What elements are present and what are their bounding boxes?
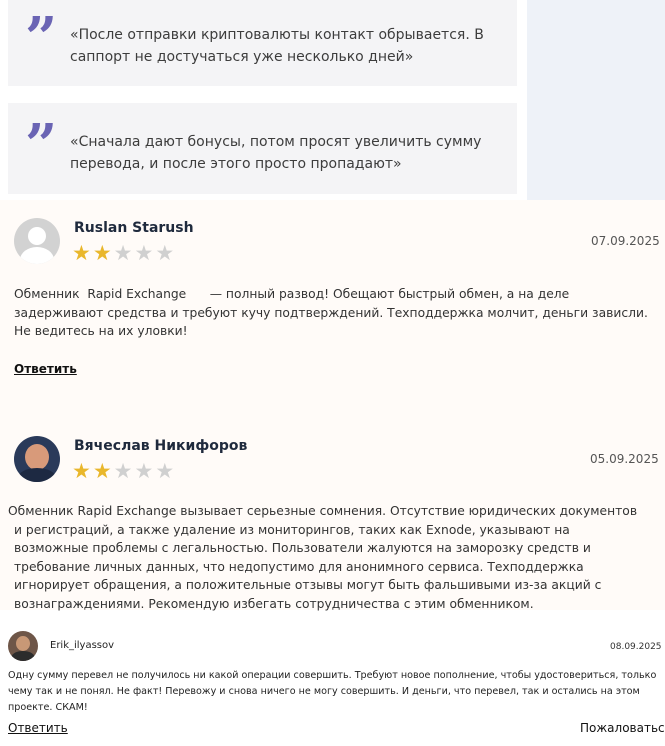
star-rating: ★ ★ ★ ★ ★ [72,460,174,482]
quote-icon: ” [25,117,58,157]
review-date: 07.09.2025 [591,234,660,248]
quote-card: ” «Сначала дают бонусы, потом просят уве… [8,103,517,194]
reply-link[interactable]: Ответить [8,721,68,735]
star-icon: ★ [134,459,154,483]
review-text: Обменник Rapid Exchange — полный развод!… [14,287,652,338]
star-rating: ★ ★ ★ ★ ★ [72,242,174,264]
quote-card: ” «После отправки криптовалюты контакт о… [8,0,517,86]
review-author: Вячеслав Никифоров [74,438,248,454]
review-text: Обменник Rapid Exchange вызывает серьезн… [8,504,638,611]
star-icon: ★ [113,459,133,483]
avatar [14,436,60,482]
complain-link[interactable]: Пожаловаться [580,721,665,735]
side-panel [527,0,665,200]
star-icon: ★ [134,241,154,265]
quote-text: «После отправки криптовалюты контакт обр… [70,27,484,65]
star-icon: ★ [155,459,175,483]
star-icon: ★ [155,241,175,265]
avatar-placeholder-icon [14,218,60,264]
star-icon: ★ [92,241,112,265]
review-date: 05.09.2025 [590,452,659,466]
star-icon: ★ [92,459,112,483]
star-icon: ★ [113,241,133,265]
review-date: 08.09.2025 [610,642,662,652]
review-text: Одну сумму перевел не получилось ни како… [8,670,657,713]
star-icon: ★ [72,459,91,483]
review-author: Ruslan Starush [74,220,194,236]
quote-text: «Сначала дают бонусы, потом просят увели… [70,134,482,172]
review-author: Erik_ilyassov [50,640,115,651]
avatar [8,631,38,661]
quote-icon: ” [25,10,58,50]
reply-link[interactable]: Ответить [14,362,77,376]
star-icon: ★ [72,241,91,265]
